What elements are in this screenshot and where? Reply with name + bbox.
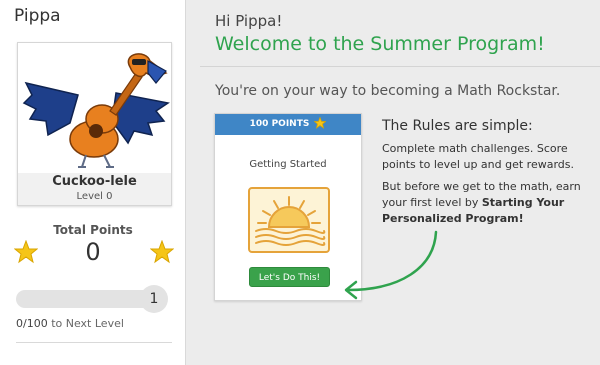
points-progress: 0/100 [16,317,48,330]
sidebar: Pippa Cuckoo-lele Level 0 Total Points 0… [0,0,186,365]
card-title: Getting Started [249,159,327,170]
tagline: You're on your way to becoming a Math Ro… [215,83,561,99]
next-level-text: 0/100 to Next Level [16,317,124,330]
total-points-label: Total Points [53,223,133,237]
points-header: 100 POINTS [215,114,361,135]
page-title: Welcome to the Summer Program! [215,33,545,55]
avatar-caption: Cuckoo-lele Level 0 [18,173,171,205]
user-name: Pippa [14,6,61,26]
next-level-suffix: to Next Level [47,317,124,330]
rules-text: Complete math challenges. Score points t… [382,141,594,227]
sunrise-icon [248,187,330,253]
avatar-image [22,53,170,168]
greeting: Hi Pippa! [215,12,283,30]
rules-paragraph-2: But before we get to the math, earn your… [382,179,594,227]
rules-title: The Rules are simple: [382,118,533,134]
points-label: 100 POINTS [249,119,310,129]
sidebar-divider [16,342,172,343]
arrow-icon [344,230,438,300]
avatar-level: Level 0 [76,191,113,202]
rules-paragraph-1: Complete math challenges. Score points t… [382,142,575,171]
star-icon [150,240,174,264]
lets-do-this-button[interactable]: Let's Do This! [249,267,330,287]
avatar-title: Cuckoo-lele [52,174,137,189]
level-progress-bar [16,290,146,308]
next-level-badge: 1 [140,285,168,313]
header-divider [200,66,600,67]
star-icon [314,116,327,129]
avatar-card[interactable]: Cuckoo-lele Level 0 [17,42,172,206]
